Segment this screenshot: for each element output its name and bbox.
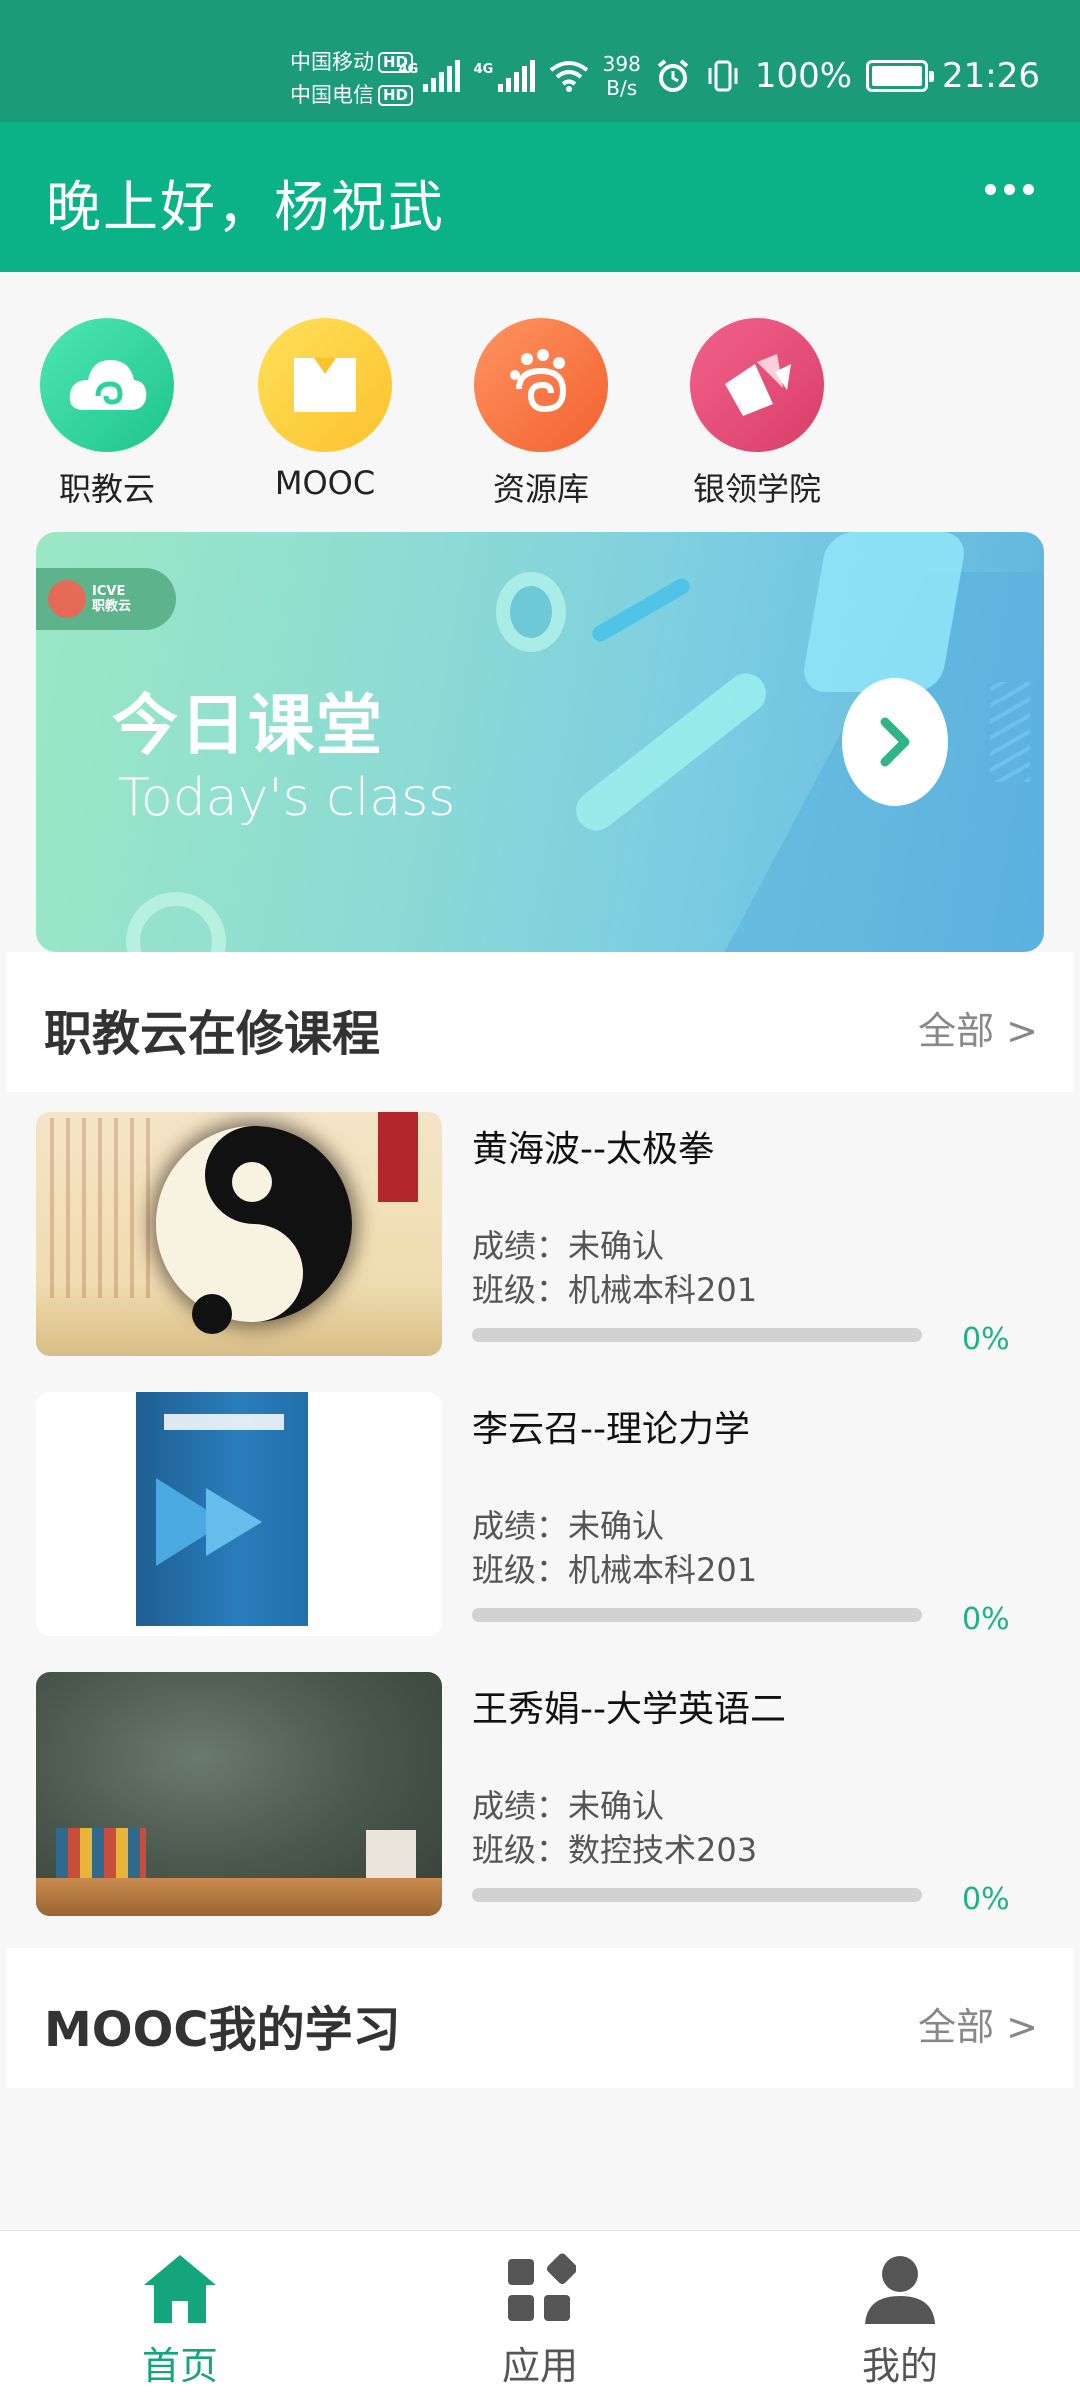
open-book-icon xyxy=(690,318,824,452)
progress-percent: 0% xyxy=(962,1602,1010,1637)
icve-logo: ICVE 职教云 xyxy=(36,568,176,630)
more-options-icon[interactable] xyxy=(985,184,1034,195)
speed-value: 398 xyxy=(602,52,641,76)
course-class: 班级：数控技术203 xyxy=(472,1831,758,1869)
wifi-icon xyxy=(549,61,588,92)
alarm-icon xyxy=(657,59,689,92)
view-all-courses-link[interactable]: 全部 > xyxy=(918,1000,1038,1055)
course-grade: 成绩：未确认 xyxy=(472,1507,665,1545)
course-thumbnail xyxy=(36,1112,442,1356)
tab-label: 首页 xyxy=(141,2344,218,2388)
battery-icon xyxy=(866,60,935,92)
network-type-1: 4G xyxy=(398,62,419,77)
app-label: 职教云 xyxy=(58,470,155,508)
status-bar: 中国移动 HD 中国电信 HD 4G 4G 398 B/s 100% 21:26 xyxy=(0,0,1080,122)
vibrate-icon xyxy=(708,60,738,92)
logo-text-en: ICVE xyxy=(92,584,126,599)
course-class: 班级：机械本科201 xyxy=(472,1551,758,1589)
progress-percent: 0% xyxy=(962,1882,1010,1917)
clock: 21:26 xyxy=(942,56,1040,96)
app-mooc[interactable]: MOOC xyxy=(240,318,410,502)
tab-apps[interactable]: 应用 xyxy=(440,2249,640,2390)
bottom-navigation: 首页 应用 我的 xyxy=(0,2230,1080,2400)
signal-icon-1: 4G xyxy=(399,60,460,92)
network-speed: 398 B/s xyxy=(603,52,641,100)
carrier-1: 中国移动 xyxy=(290,50,374,74)
chevron-right-icon[interactable] xyxy=(842,678,948,806)
carrier-info: 中国移动 HD 中国电信 HD xyxy=(290,46,414,112)
course-grade: 成绩：未确认 xyxy=(472,1787,665,1825)
app-label: MOOC xyxy=(274,464,376,502)
view-all-mooc-link[interactable]: 全部 > xyxy=(918,1996,1038,2051)
banner-subtitle: Today's class xyxy=(118,768,456,828)
progress-bar xyxy=(472,1888,922,1902)
progress-percent: 0% xyxy=(962,1322,1010,1357)
tab-label: 应用 xyxy=(501,2344,578,2388)
home-icon xyxy=(80,2249,280,2329)
cloud-icon xyxy=(40,318,174,452)
mooc-section-header: MOOC我的学习 全部 > xyxy=(6,1948,1074,2088)
paw-icon xyxy=(474,318,608,452)
apps-grid-icon xyxy=(440,2249,640,2329)
app-yinling-college[interactable]: 银领学院 xyxy=(672,318,842,510)
course-name: 黄海波--太极拳 xyxy=(472,1129,714,1170)
section-title: MOOC我的学习 xyxy=(44,2002,401,2058)
course-thumbnail xyxy=(36,1392,442,1636)
todays-class-banner[interactable]: ICVE 职教云 今日课堂 Today's class xyxy=(36,532,1044,952)
speed-unit: B/s xyxy=(606,76,638,100)
app-resource-library[interactable]: 资源库 xyxy=(456,318,626,510)
greeting-text: 晚上好，杨祝武 xyxy=(46,175,446,239)
course-name: 李云召--理论力学 xyxy=(472,1409,750,1450)
section-title: 职教云在修课程 xyxy=(44,1006,381,1062)
book-icon xyxy=(258,318,392,452)
app-zhijiaoyun[interactable]: 职教云 xyxy=(22,318,192,510)
app-label: 资源库 xyxy=(492,470,589,508)
icve-logo-mark xyxy=(48,580,86,618)
logo-text-cn: 职教云 xyxy=(92,599,132,614)
app-shortcuts: 职教云 MOOC 资源库 银领学院 xyxy=(0,272,1080,522)
courses-section-header: 职教云在修课程 全部 > xyxy=(6,952,1074,1092)
course-thumbnail xyxy=(36,1672,442,1916)
course-item[interactable]: 李云召--理论力学 成绩：未确认 班级：机械本科201 0% xyxy=(36,1392,1044,1638)
progress-bar xyxy=(472,1328,922,1342)
app-label: 银领学院 xyxy=(692,470,821,508)
tab-home[interactable]: 首页 xyxy=(80,2249,280,2390)
battery-percent: 100% xyxy=(754,56,853,96)
network-type-2: 4G xyxy=(473,62,494,77)
tab-label: 我的 xyxy=(861,2344,938,2388)
course-class: 班级：机械本科201 xyxy=(472,1271,758,1309)
app-header: 晚上好，杨祝武 xyxy=(0,122,1080,272)
signal-icon-2: 4G xyxy=(474,60,535,92)
user-icon xyxy=(800,2249,1000,2329)
carrier-2: 中国电信 xyxy=(290,83,374,107)
course-grade: 成绩：未确认 xyxy=(472,1227,665,1265)
course-item[interactable]: 黄海波--太极拳 成绩：未确认 班级：机械本科201 0% xyxy=(36,1112,1044,1358)
tab-mine[interactable]: 我的 xyxy=(800,2249,1000,2390)
progress-bar xyxy=(472,1608,922,1622)
banner-title: 今日课堂 xyxy=(112,687,384,764)
course-name: 王秀娟--大学英语二 xyxy=(472,1689,786,1730)
course-item[interactable]: 王秀娟--大学英语二 成绩：未确认 班级：数控技术203 0% xyxy=(36,1672,1044,1918)
